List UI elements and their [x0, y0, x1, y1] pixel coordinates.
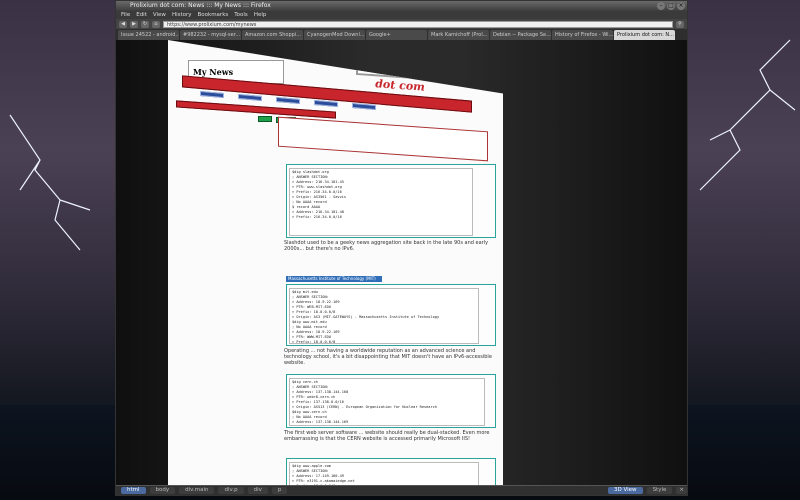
home-icon[interactable]: ⌂	[152, 20, 160, 28]
tab-firefox-history[interactable]: History of Firefox - Wi...	[552, 30, 613, 40]
menu-bar: File Edit View History Bookmarks Tools H…	[116, 11, 687, 19]
nav-button[interactable]	[238, 93, 262, 102]
tab-issue[interactable]: Issue 24522 - android...	[118, 30, 179, 40]
back-icon[interactable]: ◀	[119, 20, 127, 28]
tab-amazon[interactable]: Amazon.com Shoppi...	[242, 30, 303, 40]
tab-google-plus[interactable]: Google+	[366, 30, 427, 40]
lightning-bolt-right	[699, 39, 796, 191]
nav-toolbar: ◀ ▶ ↻ ⌂ https://www.prolixium.com/mynews…	[116, 19, 687, 29]
article-body-mit: Operating ... not having a worldwide rep…	[284, 348, 492, 366]
article-mit: $dig mit.edu ; ANSWER SECTION: > Address…	[286, 284, 496, 346]
logo-suffix: dot com	[375, 77, 425, 94]
breadcrumb-div-main[interactable]: div.main	[179, 487, 215, 494]
browser-window[interactable]: Prolixium dot com: News ::: My News ::: …	[115, 0, 688, 496]
subheader-bar	[176, 100, 336, 119]
nav-button[interactable]	[314, 99, 338, 108]
menu-bookmarks[interactable]: Bookmarks	[198, 11, 229, 19]
logo-text: Prolixium	[369, 56, 431, 75]
nav-button[interactable]	[278, 48, 300, 57]
close-icon[interactable]: ×	[677, 2, 685, 10]
minimize-icon[interactable]: –	[657, 2, 665, 10]
dig-output-mit: $dig mit.edu ; ANSWER SECTION: > Address…	[289, 288, 479, 344]
green-toggle[interactable]	[258, 116, 272, 122]
style-button[interactable]: Style	[646, 487, 673, 494]
article-body-cern: The first web server software ... websit…	[284, 430, 490, 442]
nav-button[interactable]	[276, 96, 300, 105]
menu-file[interactable]: File	[121, 11, 130, 19]
article-cern: $dig cern.ch ; ANSWER SECTION: > Address…	[286, 374, 496, 428]
tab-debian[interactable]: Debian -- Package Se...	[490, 30, 551, 40]
url-bar[interactable]: https://www.prolixium.com/mynews	[163, 20, 673, 28]
window-title: Prolixium dot com: News ::: My News ::: …	[130, 2, 271, 9]
page-3d-layer: My News Prolixium dot com $dig slashdot.…	[168, 40, 503, 486]
menu-history[interactable]: History	[172, 11, 192, 19]
maximize-icon[interactable]: □	[667, 2, 675, 10]
forward-icon[interactable]: ▶	[130, 20, 138, 28]
tab-strip: Issue 24522 - android... #982232 - mysql…	[116, 29, 687, 40]
menu-edit[interactable]: Edit	[136, 11, 147, 19]
3d-view-button[interactable]: 3D View	[608, 487, 643, 494]
close-icon[interactable]: ×	[676, 487, 687, 494]
search-icon[interactable]: ⚲	[676, 20, 684, 28]
breadcrumb-div-p[interactable]: div.p	[218, 487, 244, 494]
breadcrumb-html[interactable]: html	[121, 487, 146, 494]
nav-button[interactable]	[200, 90, 224, 99]
dig-output-slashdot: $dig slashdot.org ; ANSWER SECTION: > Ad…	[289, 168, 473, 236]
menu-tools[interactable]: Tools	[234, 11, 248, 19]
dig-output-apple: $dig www.apple.com ; ANSWER SECTION: > A…	[289, 462, 479, 486]
inspector-breadcrumb-bar: html body div.main div.p div p 3D View S…	[116, 485, 687, 495]
article-apple: $dig www.apple.com ; ANSWER SECTION: > A…	[286, 458, 496, 486]
lightning-bolt-left	[9, 114, 91, 251]
dig-output-cern: $dig cern.ch ; ANSWER SECTION: > Address…	[289, 378, 485, 426]
breadcrumb-div[interactable]: div	[247, 487, 268, 494]
article-slashdot: $dig slashdot.org ; ANSWER SECTION: > Ad…	[286, 164, 496, 238]
article-body-slashdot: Slashdot used to be a geeky news aggrega…	[284, 240, 489, 252]
tab-cyanogenmod[interactable]: CyanogenMod Downl...	[304, 30, 365, 40]
breadcrumb-body[interactable]: body	[149, 487, 176, 494]
intro-box	[278, 116, 488, 162]
nav-button[interactable]	[318, 52, 340, 61]
menu-view[interactable]: View	[153, 11, 166, 19]
tab-mysql[interactable]: #982232 - mysql-ser...	[180, 30, 241, 40]
reload-icon[interactable]: ↻	[141, 20, 149, 28]
tab-prolixium[interactable]: Prolixium dot com: N...	[614, 30, 675, 40]
menu-help[interactable]: Help	[254, 11, 267, 19]
article-link-mit[interactable]: Massachusetts Institute of Technology (M…	[286, 276, 382, 282]
title-bar[interactable]: Prolixium dot com: News ::: My News ::: …	[116, 1, 687, 11]
tab-mark[interactable]: Mark Kamichoff (Prol...	[428, 30, 489, 40]
site-logo: Prolixium dot com	[356, 50, 444, 94]
page-content-3d-view[interactable]: My News Prolixium dot com $dig slashdot.…	[116, 40, 687, 486]
breadcrumb-p[interactable]: p	[271, 487, 288, 494]
nav-button[interactable]	[352, 102, 376, 111]
